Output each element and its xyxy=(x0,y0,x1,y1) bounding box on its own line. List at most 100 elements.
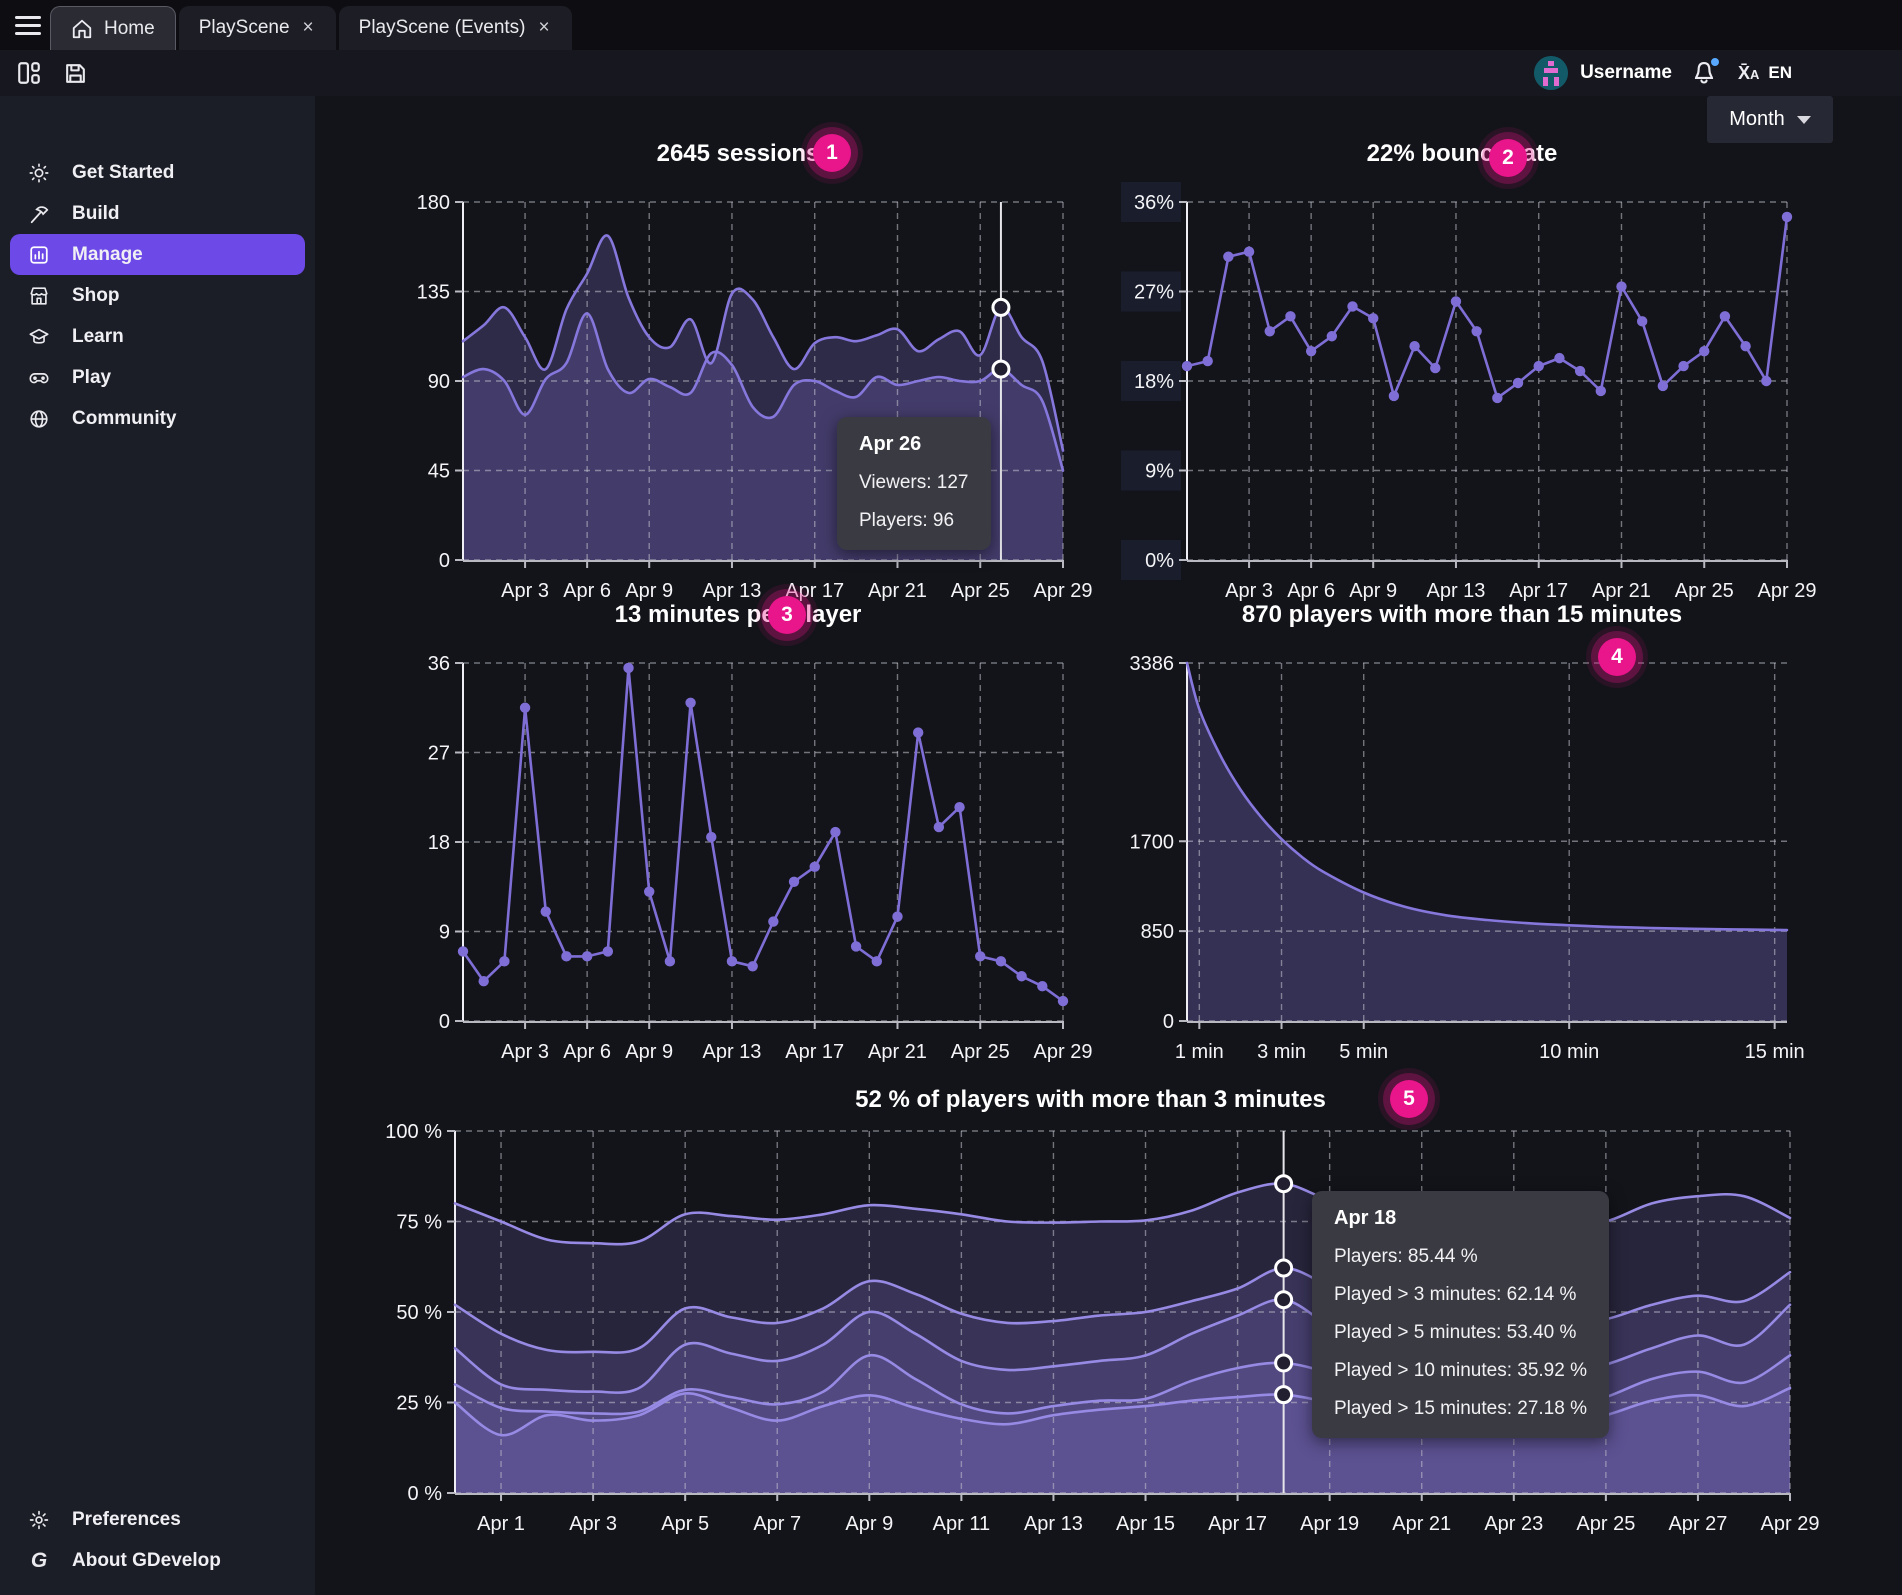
minutes-per-player-chart[interactable]: 09182736Apr 3Apr 6Apr 9Apr 13Apr 17Apr 2… xyxy=(393,653,1083,1073)
sidebar-item-label: Manage xyxy=(72,244,143,266)
sessions-chart-title: 2645 sessions xyxy=(393,140,1083,168)
sidebar-item-preferences[interactable]: Preferences xyxy=(10,1499,305,1540)
svg-text:10 min: 10 min xyxy=(1539,1041,1599,1063)
storefront-icon xyxy=(26,285,52,307)
svg-text:3 min: 3 min xyxy=(1257,1041,1306,1063)
graduation-cap-icon xyxy=(26,326,52,348)
sidebar: Get Started Build Manage Shop xyxy=(0,96,315,1595)
tooltip-lines: Players: 85.44 %Played > 3 minutes: 62.1… xyxy=(1334,1246,1587,1420)
players-percent-chart-title: 52 % of players with more than 3 minutes xyxy=(371,1086,1810,1114)
svg-text:850: 850 xyxy=(1141,921,1174,943)
sidebar-item-label: Community xyxy=(72,408,177,430)
sidebar-item-play[interactable]: Play xyxy=(10,357,305,398)
tab-playscene-events[interactable]: PlayScene (Events) × xyxy=(339,6,572,50)
svg-text:135: 135 xyxy=(417,282,450,304)
svg-text:Apr 29: Apr 29 xyxy=(1758,580,1817,602)
analytics-dashboard: Month 2645 sessions 1 04590135180Apr 3Ap… xyxy=(315,96,1902,1595)
bounce-rate-chart-title: 22% bounce rate xyxy=(1117,140,1807,168)
svg-text:Apr 19: Apr 19 xyxy=(1300,1513,1359,1535)
sidebar-item-label: Learn xyxy=(72,326,124,348)
language-button[interactable]: X̄A EN xyxy=(1738,63,1792,84)
svg-text:Apr 21: Apr 21 xyxy=(1592,580,1651,602)
svg-text:Apr 6: Apr 6 xyxy=(1287,580,1335,602)
tab-label: PlayScene (Events) xyxy=(359,17,526,39)
language-label: EN xyxy=(1768,63,1792,83)
save-icon[interactable] xyxy=(60,58,90,88)
sidebar-item-shop[interactable]: Shop xyxy=(10,275,305,316)
svg-text:0: 0 xyxy=(439,1011,450,1033)
retention-chart[interactable]: 0850170033861 min3 min5 min10 min15 min xyxy=(1117,653,1807,1073)
avatar xyxy=(1534,56,1568,90)
sidebar-item-community[interactable]: Community xyxy=(10,398,305,439)
step-badge-1: 1 xyxy=(813,134,851,172)
svg-text:100 %: 100 % xyxy=(385,1121,442,1143)
svg-text:Apr 9: Apr 9 xyxy=(625,580,673,602)
svg-text:9%: 9% xyxy=(1145,461,1174,483)
username-label: Username xyxy=(1580,62,1672,84)
tab-bar: Home PlayScene × PlayScene (Events) × xyxy=(0,0,1902,50)
svg-text:15 min: 15 min xyxy=(1745,1041,1805,1063)
tab-home[interactable]: Home xyxy=(50,6,176,50)
svg-text:1 min: 1 min xyxy=(1175,1041,1224,1063)
svg-text:Apr 25: Apr 25 xyxy=(951,1041,1010,1063)
sidebar-item-label: Build xyxy=(72,203,120,225)
svg-text:Apr 3: Apr 3 xyxy=(1225,580,1273,602)
svg-text:Apr 6: Apr 6 xyxy=(563,580,611,602)
step-badge-3: 3 xyxy=(768,596,806,634)
sidebar-item-about[interactable]: G About GDevelop xyxy=(10,1540,305,1581)
period-dropdown[interactable]: Month xyxy=(1707,96,1833,143)
svg-text:Apr 7: Apr 7 xyxy=(753,1513,801,1535)
svg-text:90: 90 xyxy=(428,371,450,393)
chart-tooltip: Apr 18 Players: 85.44 %Played > 3 minute… xyxy=(1312,1191,1609,1438)
svg-text:Apr 17: Apr 17 xyxy=(1208,1513,1267,1535)
svg-text:Apr 25: Apr 25 xyxy=(1576,1513,1635,1535)
tooltip-title: Apr 26 xyxy=(859,433,969,456)
translate-icon: X̄A xyxy=(1738,63,1759,84)
bounce-rate-chart[interactable]: 0%9%18%27%36%Apr 3Apr 6Apr 9Apr 13Apr 17… xyxy=(1117,192,1807,612)
close-icon[interactable]: × xyxy=(537,17,552,39)
svg-text:Apr 6: Apr 6 xyxy=(563,1041,611,1063)
svg-text:Apr 25: Apr 25 xyxy=(1675,580,1734,602)
svg-text:Apr 29: Apr 29 xyxy=(1034,1041,1093,1063)
svg-text:36%: 36% xyxy=(1134,192,1174,214)
svg-text:Apr 13: Apr 13 xyxy=(702,580,761,602)
menu-icon[interactable] xyxy=(6,0,50,50)
svg-text:Apr 11: Apr 11 xyxy=(933,1513,990,1535)
notifications-bell-icon[interactable] xyxy=(1690,58,1720,88)
svg-text:18: 18 xyxy=(428,832,450,854)
svg-text:75 %: 75 % xyxy=(396,1212,442,1234)
sidebar-item-label: Play xyxy=(72,367,111,389)
svg-text:Apr 3: Apr 3 xyxy=(501,580,549,602)
sidebar-item-learn[interactable]: Learn xyxy=(10,316,305,357)
tooltip-lines: Viewers: 127Players: 96 xyxy=(859,472,969,532)
step-badge-5: 5 xyxy=(1390,1080,1428,1118)
svg-text:Apr 13: Apr 13 xyxy=(702,1041,761,1063)
sun-icon xyxy=(26,162,52,184)
step-badge-2: 2 xyxy=(1489,139,1527,177)
close-icon[interactable]: × xyxy=(301,17,316,39)
account-button[interactable]: Username xyxy=(1534,56,1672,90)
svg-text:Apr 21: Apr 21 xyxy=(868,1041,927,1063)
svg-text:9: 9 xyxy=(439,922,450,944)
svg-text:Apr 25: Apr 25 xyxy=(951,580,1010,602)
sidebar-item-label: About GDevelop xyxy=(72,1550,221,1572)
chevron-down-icon xyxy=(1797,116,1811,124)
sidebar-item-get-started[interactable]: Get Started xyxy=(10,152,305,193)
minutes-per-player-chart-title: 13 minutes per player xyxy=(393,601,1083,629)
globe-icon xyxy=(26,408,52,430)
sidebar-item-manage[interactable]: Manage xyxy=(10,234,305,275)
gamepad-icon xyxy=(26,367,52,389)
panels-layout-icon[interactable] xyxy=(14,58,44,88)
home-icon xyxy=(71,18,93,40)
svg-text:Apr 21: Apr 21 xyxy=(868,580,927,602)
svg-text:Apr 1: Apr 1 xyxy=(477,1513,525,1535)
retention-chart-title: 870 players with more than 15 minutes xyxy=(1117,601,1807,629)
period-label: Month xyxy=(1729,108,1785,131)
sidebar-item-build[interactable]: Build xyxy=(10,193,305,234)
svg-text:Apr 5: Apr 5 xyxy=(661,1513,709,1535)
svg-text:0: 0 xyxy=(439,550,450,572)
gdevelop-logo-icon: G xyxy=(26,1549,52,1573)
tab-playscene[interactable]: PlayScene × xyxy=(179,6,336,50)
notification-dot xyxy=(1709,56,1721,68)
svg-text:Apr 21: Apr 21 xyxy=(1392,1513,1451,1535)
